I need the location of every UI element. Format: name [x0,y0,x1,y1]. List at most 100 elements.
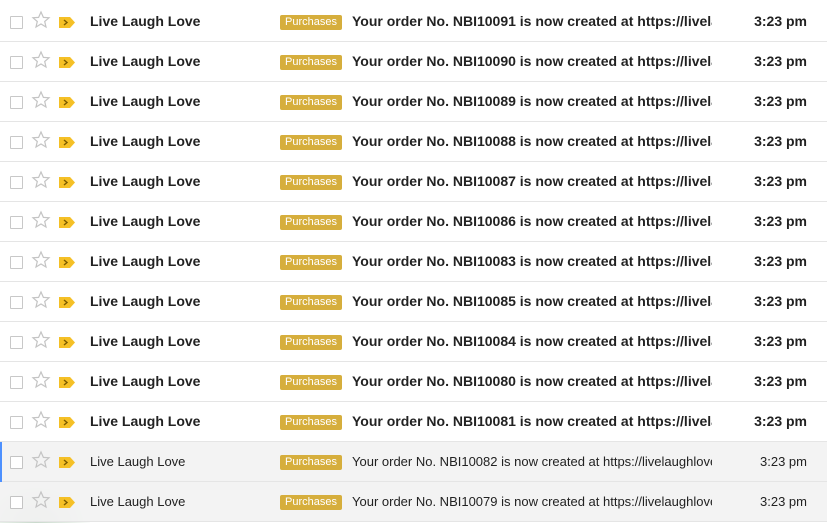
email-row[interactable]: Live Laugh Love Purchases Your order No.… [0,202,827,242]
importance-marker-icon[interactable] [59,417,75,428]
email-sender: Live Laugh Love [90,373,201,389]
label-badge[interactable]: Purchases [280,55,342,70]
email-subject: Your order No. NBI10084 is now created a… [352,333,712,349]
label-badge[interactable]: Purchases [280,135,342,150]
label-badge[interactable]: Purchases [280,15,342,30]
star-icon[interactable] [31,290,51,310]
label-badge[interactable]: Purchases [280,255,342,270]
email-sender: Live Laugh Love [90,133,201,149]
star-icon[interactable] [31,210,51,230]
email-time: 3:23 pm [754,213,807,229]
email-sender: Live Laugh Love [90,293,201,309]
checkbox-icon[interactable] [10,456,23,469]
importance-marker-icon[interactable] [59,177,75,188]
importance-marker-icon[interactable] [59,137,75,148]
email-time: 3:23 pm [754,133,807,149]
email-time: 3:23 pm [754,173,807,189]
star-icon[interactable] [31,90,51,110]
star-icon[interactable] [31,250,51,270]
email-time: 3:23 pm [754,53,807,69]
star-icon[interactable] [31,50,51,70]
email-time: 3:23 pm [754,333,807,349]
star-icon[interactable] [31,130,51,150]
star-icon[interactable] [31,410,51,430]
email-subject: Your order No. NBI10079 is now created a… [352,494,712,509]
email-subject: Your order No. NBI10085 is now created a… [352,293,712,309]
email-time: 3:23 pm [754,13,807,29]
label-badge[interactable]: Purchases [280,335,342,350]
email-row[interactable]: Live Laugh Love Purchases Your order No.… [0,402,827,442]
label-badge[interactable]: Purchases [280,95,342,110]
importance-marker-icon[interactable] [59,217,75,228]
label-badge[interactable]: Purchases [280,175,342,190]
label-badge[interactable]: Purchases [280,215,342,230]
checkbox-icon[interactable] [10,496,23,509]
checkbox-icon[interactable] [10,376,23,389]
email-list: Live Laugh Love Purchases Your order No.… [0,2,827,522]
importance-marker-icon[interactable] [59,97,75,108]
checkbox-icon[interactable] [10,16,23,29]
email-row[interactable]: Live Laugh Love Purchases Your order No.… [0,322,827,362]
email-subject: Your order No. NBI10082 is now created a… [352,454,712,469]
label-badge[interactable]: Purchases [280,375,342,390]
importance-marker-icon[interactable] [59,297,75,308]
importance-marker-icon[interactable] [59,257,75,268]
checkbox-icon[interactable] [10,336,23,349]
star-icon[interactable] [31,330,51,350]
importance-marker-icon[interactable] [59,17,75,28]
email-row[interactable]: Live Laugh Love Purchases Your order No.… [0,122,827,162]
email-subject: Your order No. NBI10081 is now created a… [352,413,712,429]
email-time: 3:23 pm [754,253,807,269]
email-row[interactable]: Live Laugh Love Purchases Your order No.… [0,282,827,322]
email-sender: Live Laugh Love [90,13,201,29]
email-row[interactable]: Live Laugh Love Purchases Your order No.… [0,82,827,122]
checkbox-icon[interactable] [10,176,23,189]
checkbox-icon[interactable] [10,136,23,149]
email-time: 3:23 pm [754,93,807,109]
importance-marker-icon[interactable] [59,377,75,388]
email-subject: Your order No. NBI10086 is now created a… [352,213,712,229]
email-sender: Live Laugh Love [90,213,201,229]
email-subject: Your order No. NBI10080 is now created a… [352,373,712,389]
email-sender: Live Laugh Love [90,93,201,109]
email-subject: Your order No. NBI10089 is now created a… [352,93,712,109]
email-row[interactable]: Live Laugh Love Purchases Your order No.… [0,2,827,42]
email-row[interactable]: Live Laugh Love Purchases Your order No.… [0,482,827,522]
label-badge[interactable]: Purchases [280,495,342,510]
email-time: 3:23 pm [760,494,807,509]
checkbox-icon[interactable] [10,56,23,69]
focus-indicator [0,442,2,482]
checkbox-icon[interactable] [10,256,23,269]
checkbox-icon[interactable] [10,96,23,109]
checkbox-icon[interactable] [10,416,23,429]
label-badge[interactable]: Purchases [280,455,342,470]
email-row[interactable]: Live Laugh Love Purchases Your order No.… [0,362,827,402]
email-sender: Live Laugh Love [90,413,201,429]
email-sender: Live Laugh Love [90,53,201,69]
email-row[interactable]: Live Laugh Love Purchases Your order No.… [0,242,827,282]
importance-marker-icon[interactable] [59,457,75,468]
label-badge[interactable]: Purchases [280,415,342,430]
email-sender: Live Laugh Love [90,454,186,469]
star-icon[interactable] [31,10,51,30]
email-time: 3:23 pm [754,373,807,389]
checkbox-icon[interactable] [10,296,23,309]
star-icon[interactable] [31,370,51,390]
email-subject: Your order No. NBI10088 is now created a… [352,133,712,149]
email-time: 3:23 pm [760,454,807,469]
email-row[interactable]: Live Laugh Love Purchases Your order No.… [0,162,827,202]
star-icon[interactable] [31,450,51,470]
label-badge[interactable]: Purchases [280,295,342,310]
checkbox-icon[interactable] [10,216,23,229]
email-row[interactable]: Live Laugh Love Purchases Your order No.… [0,442,827,482]
email-subject: Your order No. NBI10091 is now created a… [352,13,712,29]
star-icon[interactable] [31,170,51,190]
email-sender: Live Laugh Love [90,253,201,269]
email-row[interactable]: Live Laugh Love Purchases Your order No.… [0,42,827,82]
email-sender: Live Laugh Love [90,494,186,509]
importance-marker-icon[interactable] [59,337,75,348]
email-time: 3:23 pm [754,413,807,429]
importance-marker-icon[interactable] [59,497,75,508]
star-icon[interactable] [31,490,51,510]
importance-marker-icon[interactable] [59,57,75,68]
